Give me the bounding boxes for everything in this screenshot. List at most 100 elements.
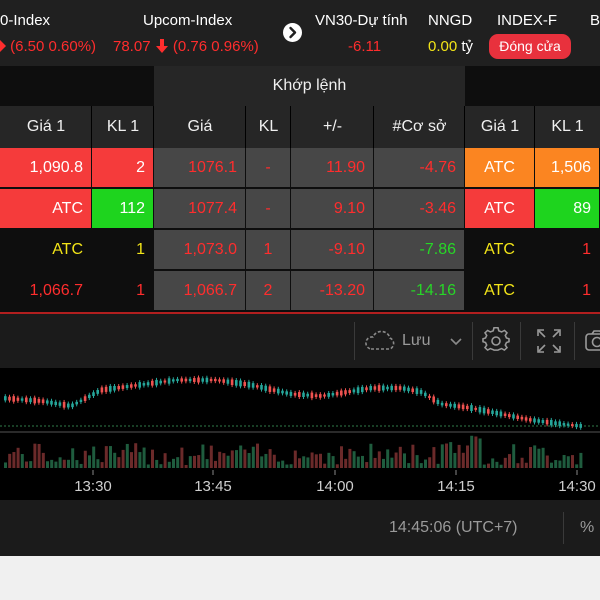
volume-bar bbox=[88, 455, 91, 468]
volume-bar bbox=[403, 453, 406, 468]
table-row[interactable]: 1,066.7 1 1,066.7 2 -13.20 -14.16 ATC 1 bbox=[0, 271, 600, 311]
cell-basis: -4.76 bbox=[374, 148, 464, 187]
volume-bar bbox=[445, 443, 448, 468]
cell-bid-vol: 2 bbox=[92, 148, 153, 187]
volume-bar bbox=[58, 457, 62, 468]
volume-bar bbox=[348, 448, 352, 468]
matched-group-header: Khớp lệnh bbox=[154, 66, 465, 106]
column-header[interactable]: +/- bbox=[291, 106, 374, 148]
volume-bar bbox=[62, 459, 66, 468]
volume-bar bbox=[377, 451, 381, 468]
order-book-table: Khớp lệnh Giá 1 KL 1 Giá KL +/- #Cơ sở Giá 1 KL… bbox=[0, 66, 600, 314]
cell-basis: -3.46 bbox=[374, 189, 464, 228]
cell-vol: - bbox=[246, 148, 290, 187]
save-label: Lưu bbox=[402, 332, 431, 349]
candlestick-chart[interactable] bbox=[0, 368, 600, 470]
index-value: 78.07 (0.76 0.96%) bbox=[113, 38, 259, 55]
volume-bar bbox=[545, 455, 549, 468]
column-header[interactable]: Giá 1 bbox=[0, 106, 92, 148]
column-header[interactable]: KL bbox=[246, 106, 291, 148]
volume-bar bbox=[201, 444, 205, 468]
volume-bar bbox=[503, 457, 507, 468]
volume-bar bbox=[167, 461, 171, 468]
volume-bar bbox=[180, 447, 184, 468]
volume-bar bbox=[491, 458, 495, 468]
next-index-button[interactable] bbox=[283, 23, 302, 42]
cell-change: 11.90 bbox=[291, 148, 373, 187]
cell-ask-price: ATC bbox=[465, 148, 534, 187]
chevron-down-icon[interactable] bbox=[450, 338, 462, 346]
volume-bar bbox=[214, 460, 217, 468]
save-layout-button[interactable]: Lưu bbox=[362, 326, 466, 356]
cell-bid-price: 1,090.8 bbox=[0, 148, 91, 187]
cell-change: 9.10 bbox=[291, 189, 373, 228]
cell-ask-price: ATC bbox=[465, 189, 534, 228]
column-divider bbox=[373, 106, 374, 148]
column-divider bbox=[290, 106, 291, 148]
column-header[interactable]: Giá 1 bbox=[465, 106, 535, 148]
index-value: 0.00 tỷ bbox=[428, 38, 474, 55]
column-header[interactable]: #Cơ sở bbox=[374, 106, 465, 148]
volume-bar bbox=[390, 457, 394, 468]
cell-basis: -7.86 bbox=[374, 230, 464, 269]
price-chart-area[interactable]: 13:30 13:45 14:00 14:15 14:30 bbox=[0, 368, 600, 500]
volume-bar bbox=[33, 443, 37, 468]
volume-bar bbox=[369, 443, 373, 468]
time-label: 13:45 bbox=[194, 478, 232, 495]
volume-bar bbox=[218, 451, 222, 468]
column-header[interactable]: KL 1 bbox=[92, 106, 154, 148]
volume-bar bbox=[251, 446, 255, 468]
volume-bar bbox=[235, 450, 238, 468]
volume-bar bbox=[344, 458, 348, 468]
volume-bar bbox=[529, 447, 532, 468]
volume-bar bbox=[163, 453, 167, 468]
volume-bar bbox=[365, 462, 369, 468]
toolbar-separator bbox=[574, 322, 575, 360]
cell-vol: 2 bbox=[246, 271, 290, 310]
volume-bar bbox=[386, 449, 390, 468]
time-axis: 13:30 13:45 14:00 14:15 14:30 bbox=[74, 470, 596, 495]
fullscreen-icon[interactable] bbox=[536, 328, 562, 354]
column-header[interactable]: Giá bbox=[154, 106, 246, 148]
volume-bar bbox=[277, 461, 280, 468]
camera-icon[interactable] bbox=[584, 328, 600, 354]
volume-bar bbox=[247, 453, 251, 468]
timezone-clock[interactable]: 14:45:06 (UTC+7) bbox=[389, 519, 518, 537]
volume-bar bbox=[260, 456, 264, 468]
volume-bar bbox=[188, 456, 192, 468]
volume-bar bbox=[562, 455, 566, 468]
cell-price: 1,066.7 bbox=[154, 271, 245, 310]
volume-bar bbox=[566, 456, 570, 468]
column-divider bbox=[153, 106, 154, 148]
cell-ask-price: ATC bbox=[484, 282, 515, 299]
cell-ask-price: ATC bbox=[484, 241, 515, 258]
volume-bar bbox=[8, 453, 12, 468]
settings-gear-icon[interactable] bbox=[482, 327, 510, 355]
table-row[interactable]: ATC 112 1077.4-9.10 -3.46 ATC 89 bbox=[0, 189, 600, 229]
volume-bar bbox=[67, 459, 70, 468]
cell-change: -9.10 bbox=[291, 230, 373, 269]
volume-bar bbox=[319, 453, 322, 468]
table-row[interactable]: 1,090.8 2 1076.1-11.90 -4.76 ATC 1,506 bbox=[0, 148, 600, 188]
volume-bar bbox=[79, 463, 83, 468]
percent-scale-toggle[interactable]: % bbox=[580, 519, 594, 537]
volume-bar bbox=[293, 450, 297, 468]
volume-bar bbox=[512, 444, 516, 468]
chart-toolbar: Lưu bbox=[0, 314, 600, 368]
volume-bar bbox=[16, 447, 20, 468]
volume-bar bbox=[46, 461, 49, 468]
volume-bar bbox=[264, 453, 268, 468]
volume-bar bbox=[50, 459, 54, 468]
volume-bar bbox=[25, 461, 28, 468]
column-divider bbox=[534, 106, 535, 148]
volume-bar bbox=[474, 436, 478, 468]
volume-bar bbox=[298, 458, 301, 468]
cell-ask-vol: 1 bbox=[582, 241, 591, 258]
index-ticker-bar: 0-Index (6.50 0.60%) Upcom-Index 78.07 (… bbox=[0, 0, 600, 66]
cell-vol: - bbox=[246, 189, 290, 228]
column-header[interactable]: KL 1 bbox=[535, 106, 600, 148]
cell-bid-vol: 1 bbox=[136, 241, 145, 258]
volume-bar bbox=[415, 455, 419, 468]
table-row[interactable]: ATC 1 1,073.0 1 -9.10 -7.86 ATC 1 bbox=[0, 230, 600, 270]
volume-bar bbox=[579, 452, 583, 468]
